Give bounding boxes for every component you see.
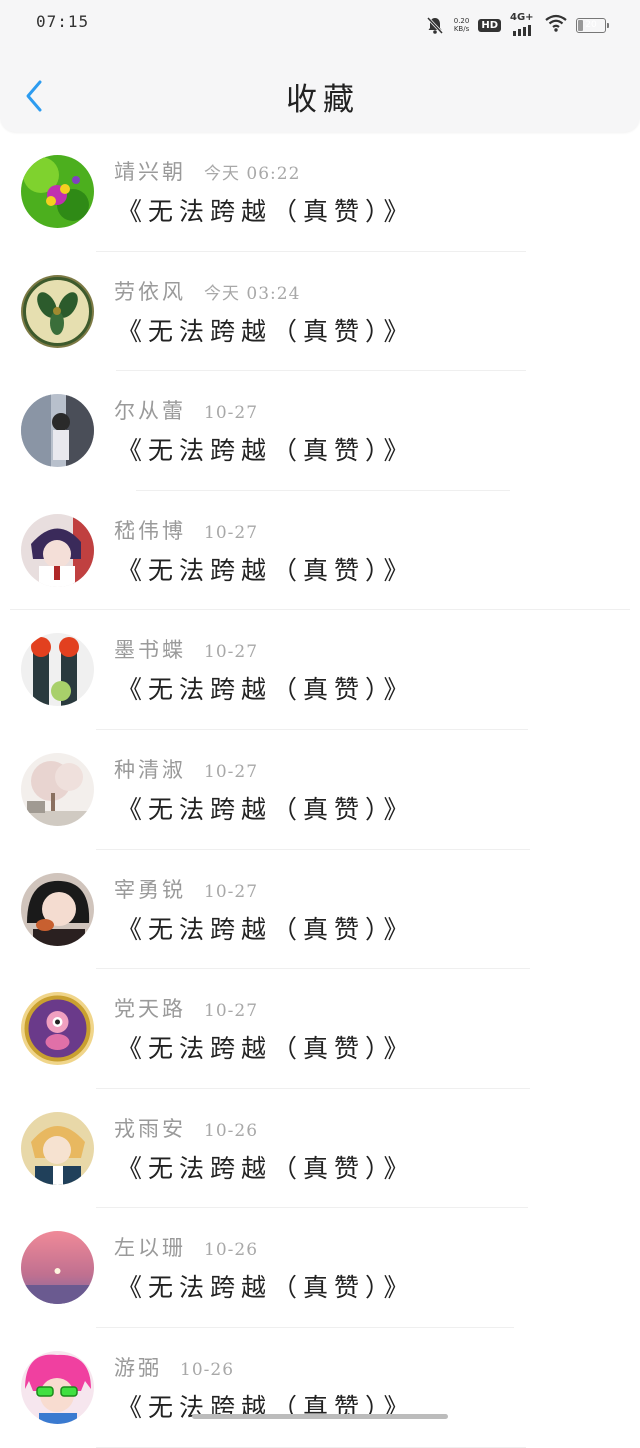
avatar[interactable]: [21, 513, 94, 587]
favorite-item[interactable]: 党天路 10-27 《无法跨越（真赞）》: [0, 969, 640, 1089]
divider: [96, 1446, 526, 1448]
favorite-meta: 宰勇锐 10-27: [114, 874, 258, 904]
hd-icon: HD: [478, 18, 501, 32]
favorite-content[interactable]: 《无法跨越（真赞）》: [117, 1149, 415, 1185]
favorite-time: 10-26: [204, 1240, 259, 1261]
user-name[interactable]: 党天路: [114, 997, 186, 1021]
favorite-content[interactable]: 《无法跨越（真赞）》: [117, 1268, 415, 1304]
user-name[interactable]: 劳依风: [114, 280, 186, 304]
avatar[interactable]: [21, 394, 94, 468]
avatar[interactable]: [21, 992, 94, 1066]
favorite-time: 10-27: [204, 403, 259, 424]
favorite-meta: 嵇伟博 10-27: [114, 515, 258, 545]
favorite-item[interactable]: 尔从蕾 10-27 《无法跨越（真赞）》: [0, 371, 640, 491]
favorites-list: 靖兴朝 今天 06:22 《无法跨越（真赞）》 劳依风 今天 03:24 《无法跨越（真赞…: [0, 132, 640, 1448]
user-name[interactable]: 游弼: [114, 1356, 162, 1380]
favorite-time: 10-27: [204, 881, 259, 902]
favorite-item[interactable]: 靖兴朝 今天 06:22 《无法跨越（真赞）》: [0, 132, 640, 252]
favorite-meta: 种清淑 10-27: [114, 754, 258, 784]
user-name[interactable]: 戎雨安: [114, 1117, 186, 1141]
favorite-time: 10-26: [204, 1120, 259, 1141]
favorite-meta: 左以珊 10-26: [114, 1232, 258, 1262]
user-name[interactable]: 种清淑: [114, 758, 186, 782]
avatar[interactable]: [21, 633, 94, 707]
favorite-content[interactable]: 《无法跨越（真赞）》: [117, 431, 415, 467]
favorite-meta: 靖兴朝 今天 06:22: [114, 156, 300, 186]
favorite-item[interactable]: 左以珊 10-26 《无法跨越（真赞）》: [0, 1208, 640, 1328]
favorite-content[interactable]: 《无法跨越（真赞）》: [117, 312, 415, 348]
status-bar: 07:15 0.20 KB/s HD 4G+ 20: [0, 0, 640, 48]
user-name[interactable]: 左以珊: [114, 1236, 186, 1260]
avatar[interactable]: [21, 274, 94, 348]
user-name[interactable]: 尔从蕾: [114, 399, 186, 423]
favorite-time: 10-26: [180, 1359, 235, 1380]
avatar[interactable]: [21, 1231, 94, 1305]
favorite-item[interactable]: 劳依风 今天 03:24 《无法跨越（真赞）》: [0, 252, 640, 372]
bell-muted-icon: [425, 15, 445, 35]
user-name[interactable]: 墨书蝶: [114, 638, 186, 662]
favorite-meta: 劳依风 今天 03:24: [114, 276, 300, 306]
home-indicator[interactable]: [192, 1414, 448, 1419]
favorite-content[interactable]: 《无法跨越（真赞）》: [117, 670, 415, 706]
user-name[interactable]: 宰勇锐: [114, 878, 186, 902]
nav-bar: 收藏: [0, 48, 640, 132]
favorite-meta: 戎雨安 10-26: [114, 1113, 258, 1143]
user-name[interactable]: 靖兴朝: [114, 160, 186, 184]
favorite-meta: 党天路 10-27: [114, 993, 258, 1023]
network-speed: 0.20 KB/s: [453, 17, 470, 33]
favorite-item[interactable]: 墨书蝶 10-27 《无法跨越（真赞）》: [0, 610, 640, 730]
avatar[interactable]: [21, 752, 94, 826]
favorite-item[interactable]: 嵇伟博 10-27 《无法跨越（真赞）》: [0, 491, 640, 611]
favorite-item[interactable]: 种清淑 10-27 《无法跨越（真赞）》: [0, 730, 640, 850]
favorite-item[interactable]: 宰勇锐 10-27 《无法跨越（真赞）》: [0, 850, 640, 970]
favorite-meta: 墨书蝶 10-27: [114, 634, 258, 664]
favorite-content[interactable]: 《无法跨越（真赞）》: [117, 551, 415, 587]
status-icons: 0.20 KB/s HD 4G+ 20: [425, 12, 609, 38]
favorite-time: 10-27: [204, 642, 259, 663]
favorite-content[interactable]: 《无法跨越（真赞）》: [117, 192, 415, 228]
avatar[interactable]: [21, 872, 94, 946]
wifi-icon: [545, 14, 567, 36]
favorite-item[interactable]: 戎雨安 10-26 《无法跨越（真赞）》: [0, 1089, 640, 1209]
avatar[interactable]: [21, 155, 94, 228]
status-time: 07:15: [36, 12, 90, 31]
favorite-time: 今天 03:24: [204, 283, 301, 304]
battery-icon: 20: [576, 17, 609, 33]
favorite-content[interactable]: 《无法跨越（真赞）》: [117, 1029, 415, 1065]
favorite-time: 今天 06:22: [204, 164, 301, 184]
favorite-meta: 尔从蕾 10-27: [114, 395, 258, 425]
avatar[interactable]: [21, 1111, 94, 1185]
favorite-content[interactable]: 《无法跨越（真赞）》: [117, 790, 415, 826]
favorite-item[interactable]: 游弼 10-26 《无法跨越（真赞）》: [0, 1328, 640, 1448]
favorite-time: 10-27: [204, 522, 259, 543]
signal-4g-icon: 4G+: [510, 12, 536, 36]
favorite-content[interactable]: 《无法跨越（真赞）》: [117, 910, 415, 946]
user-name[interactable]: 嵇伟博: [114, 519, 186, 543]
page-title: 收藏: [286, 82, 360, 118]
favorite-time: 10-27: [204, 1001, 259, 1022]
favorite-time: 10-27: [204, 761, 259, 782]
favorite-meta: 游弼 10-26: [114, 1352, 234, 1382]
avatar[interactable]: [21, 1350, 94, 1424]
